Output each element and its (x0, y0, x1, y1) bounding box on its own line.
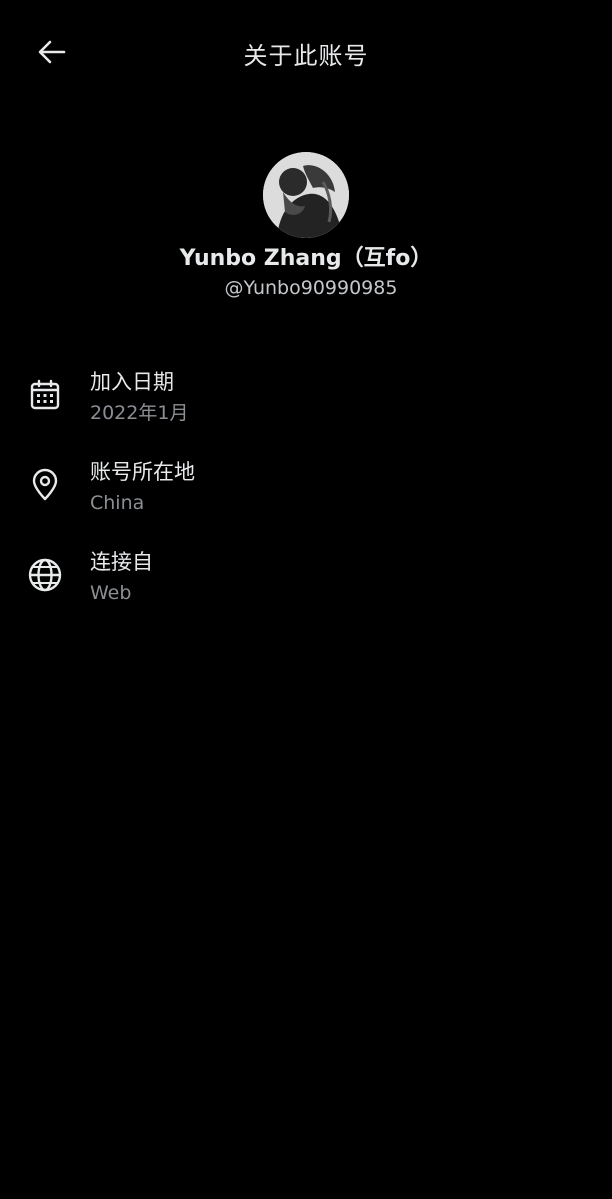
info-value: 2022年1月 (90, 402, 189, 424)
info-value: Web (90, 582, 132, 604)
account-info-list: 加入日期 2022年1月 账号所在地 China 连接自 Web (0, 364, 612, 634)
info-label: 加入日期 (90, 370, 174, 394)
calendar-icon (26, 376, 64, 414)
info-item-account-location: 账号所在地 China (0, 454, 612, 544)
info-item-connected-via: 连接自 Web (0, 544, 612, 634)
page-title: 关于此账号 (243, 42, 369, 70)
display-name: Yunbo Zhang（互fo） (179, 246, 433, 271)
info-label: 账号所在地 (90, 460, 195, 484)
info-item-join-date: 加入日期 2022年1月 (0, 364, 612, 454)
profile-avatar (263, 152, 349, 238)
globe-icon (26, 556, 64, 594)
top-bar: 关于此账号 (0, 0, 612, 104)
avatar[interactable] (263, 152, 349, 238)
profile-header: Yunbo Zhang（互fo） @Yunbo90990985 (0, 152, 612, 302)
user-handle: @Yunbo90990985 (224, 277, 398, 299)
info-value: China (90, 492, 145, 514)
info-label: 连接自 (90, 550, 153, 574)
location-pin-icon (26, 466, 64, 504)
